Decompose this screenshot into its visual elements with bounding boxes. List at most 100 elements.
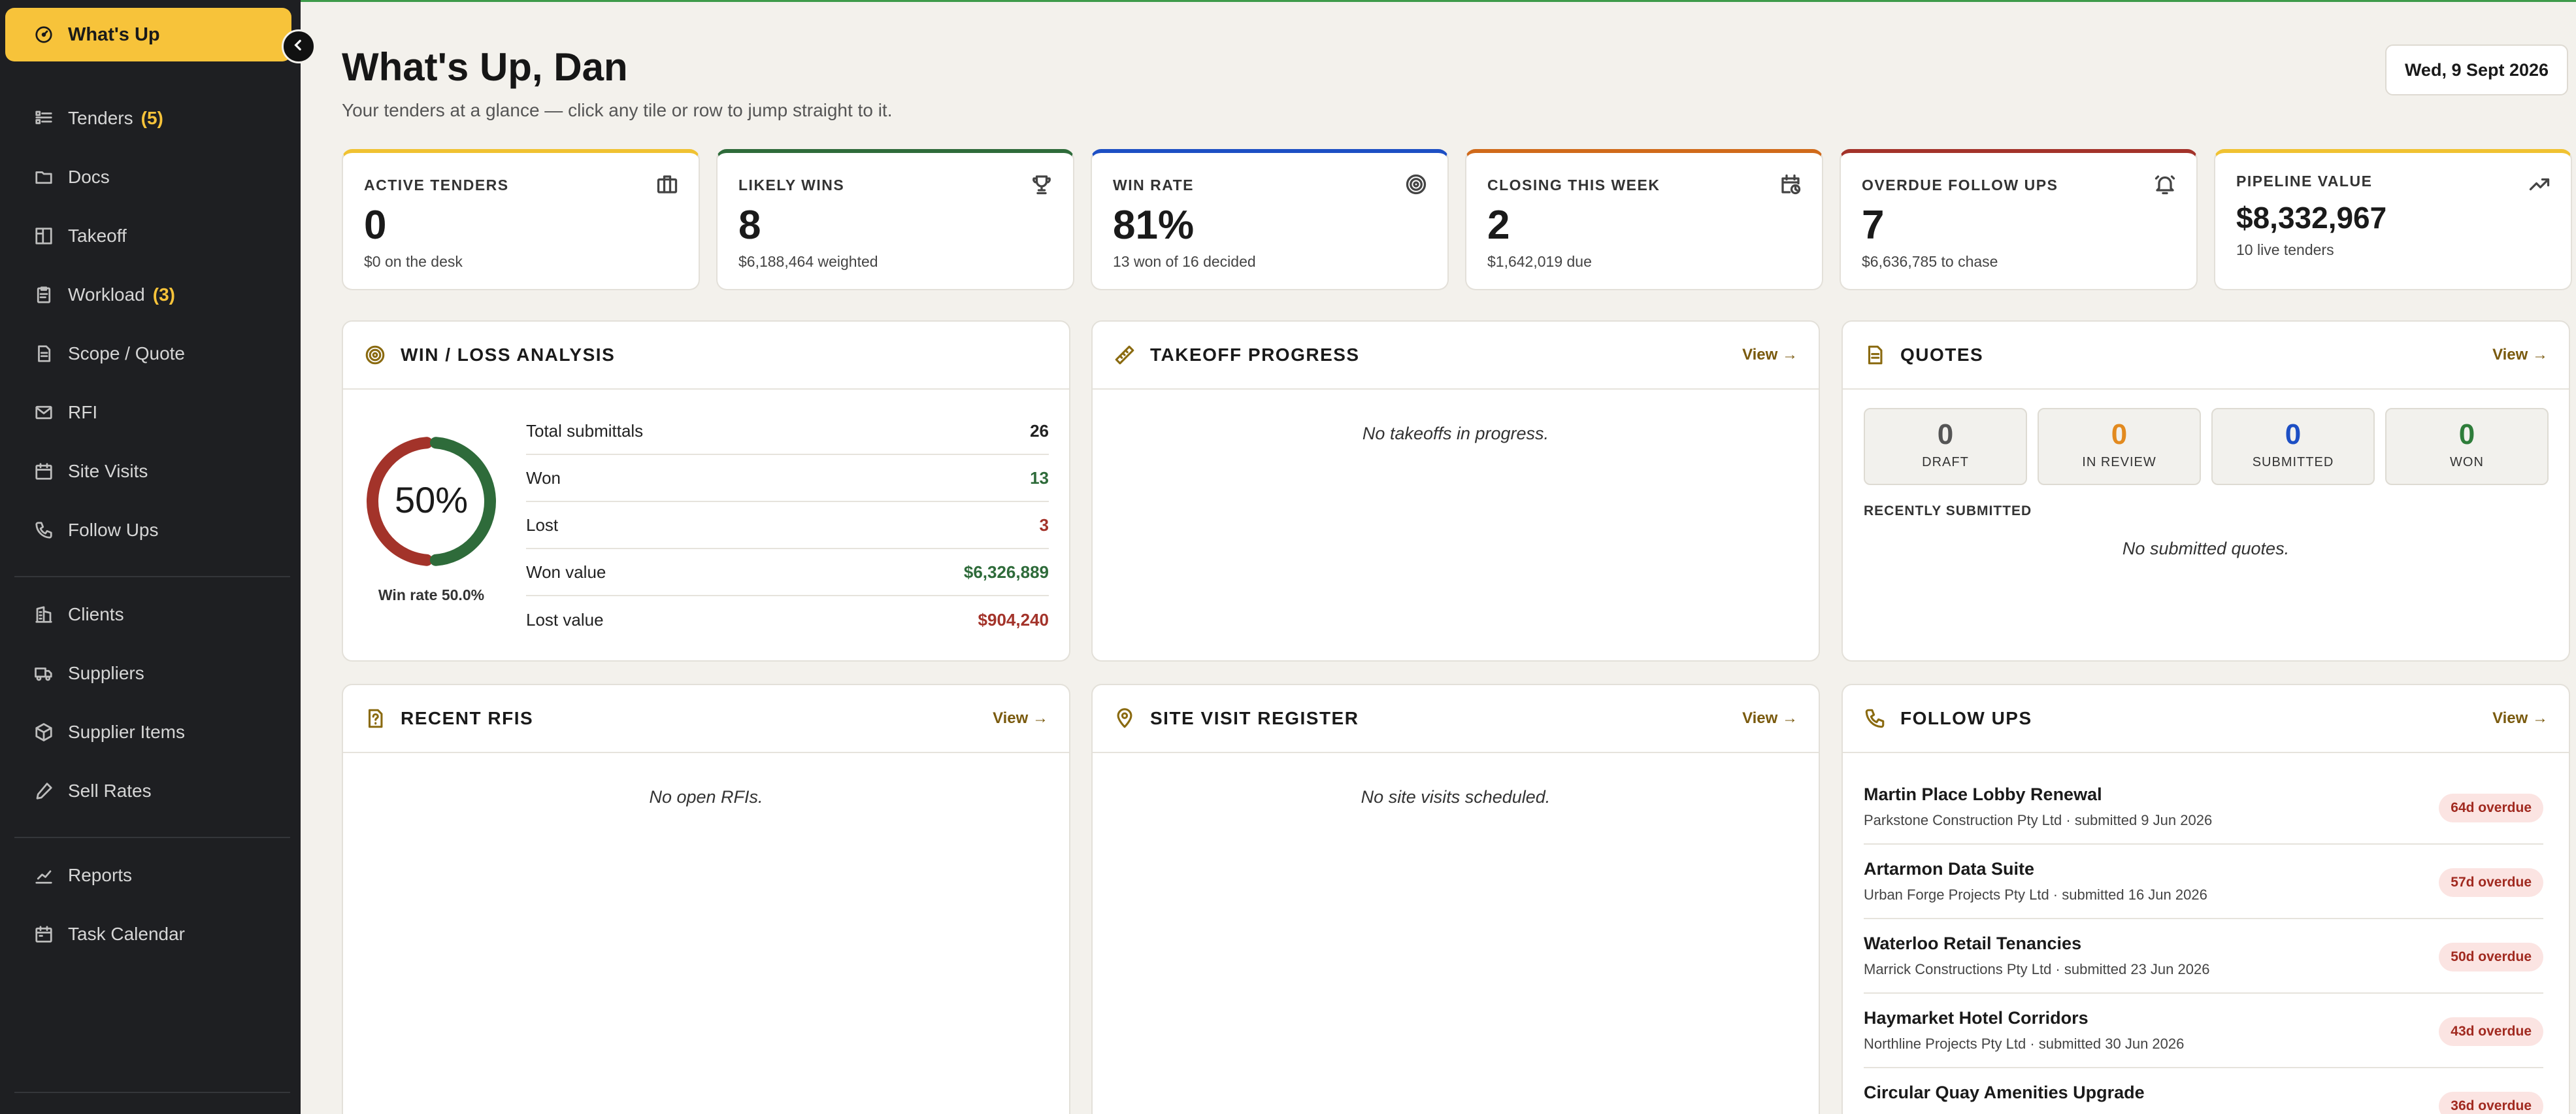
quote-stat-label: WON: [2450, 455, 2484, 469]
win-loss-panel: WIN / LOSS ANALYSIS 50% Win rate 50.0% T…: [342, 320, 1070, 662]
follow-ups-panel: FOLLOW UPS View → Martin Place Lobby Ren…: [1841, 684, 2570, 1114]
follow-up-row[interactable]: Haymarket Hotel Corridors Northline Proj…: [1864, 994, 2543, 1068]
sitevisits-view-link[interactable]: View →: [1742, 709, 1798, 728]
sidebar-item-follow-ups[interactable]: Follow Ups: [34, 511, 158, 550]
sidebar-item-rfi[interactable]: RFI: [34, 393, 97, 432]
sidebar-item-task-calendar[interactable]: Task Calendar: [34, 915, 185, 954]
win-loss-donut: 50%: [367, 437, 496, 566]
sidebar-item-label: Takeoff: [68, 226, 127, 246]
quote-stat-in-review[interactable]: 0 IN REVIEW: [2038, 408, 2201, 485]
follow-up-name: Waterloo Retail Tenancies: [1864, 934, 2082, 953]
sidebar-item-label: Reports: [68, 865, 133, 885]
sidebar-item-label: RFI: [68, 402, 98, 422]
trend-up-icon: [2528, 173, 2551, 196]
overdue-badge: 64d overdue: [2439, 794, 2543, 822]
sidebar-item-supplier-items[interactable]: Supplier Items: [34, 713, 185, 752]
sidebar-item-whats-up[interactable]: What's Up: [5, 8, 291, 61]
panel-header: FOLLOW UPS View →: [1843, 685, 2569, 753]
win-rate-label: Win rate 50.0%: [378, 586, 485, 603]
tile-label: OVERDUE FOLLOW UPS: [1862, 177, 2058, 194]
follow-up-row[interactable]: Circular Quay Amenities Upgrade 36d over…: [1864, 1068, 2543, 1114]
quotes-view-link[interactable]: View →: [2492, 346, 2548, 364]
overdue-badge: 43d overdue: [2439, 1017, 2543, 1046]
quote-stat-number: 0: [2285, 418, 2302, 450]
sidebar-item-clients[interactable]: Clients: [34, 595, 124, 634]
winloss-row-lost: Lost 3: [526, 502, 1049, 549]
sidebar-item-workload[interactable]: Workload (3): [34, 275, 175, 314]
follow-up-name: Artarmon Data Suite: [1864, 859, 2035, 879]
truck-icon: [34, 664, 54, 683]
collapse-sidebar-button[interactable]: [282, 29, 316, 63]
clipboard-icon: [34, 285, 54, 305]
sidebar-item-tenders[interactable]: Tenders (5): [34, 99, 163, 138]
site-visit-register-panel: SITE VISIT REGISTER View → No site visit…: [1091, 684, 1820, 1114]
sidebar-divider: [14, 1092, 290, 1093]
quote-stat-draft[interactable]: 0 DRAFT: [1864, 408, 2027, 485]
box-icon: [34, 722, 54, 742]
follow-up-row[interactable]: Artarmon Data Suite Urban Forge Projects…: [1864, 845, 2543, 919]
follow-up-name: Martin Place Lobby Renewal: [1864, 785, 2102, 804]
tile-subtext: $1,642,019 due: [1487, 253, 1592, 270]
tile-label: CLOSING THIS WEEK: [1487, 177, 1660, 194]
followups-view-link[interactable]: View →: [2492, 709, 2548, 728]
tile-overdue-follow-ups[interactable]: OVERDUE FOLLOW UPS 7 $6,636,785 to chase: [1840, 149, 2198, 290]
follow-up-row[interactable]: Waterloo Retail Tenancies Marrick Constr…: [1864, 919, 2543, 994]
panel-title: RECENT RFIS: [401, 708, 534, 728]
row-label: Lost value: [526, 609, 604, 630]
sidebar-item-docs[interactable]: Docs: [34, 158, 110, 197]
phone-icon: [1864, 707, 1886, 730]
sidebar-item-sell-rates[interactable]: Sell Rates: [34, 771, 152, 811]
sidebar-item-label: What's Up: [68, 24, 160, 45]
row-value: 13: [1030, 467, 1049, 488]
building-icon: [34, 605, 54, 624]
row-value: $6,326,889: [963, 562, 1049, 582]
quote-stat-label: DRAFT: [1922, 455, 1969, 469]
sidebar-item-scope-quote[interactable]: Scope / Quote: [34, 334, 185, 373]
target-icon: [1404, 173, 1428, 196]
quote-stat-label: IN REVIEW: [2082, 455, 2156, 469]
sidebar-item-label: Docs: [68, 167, 110, 187]
panel-header: TAKEOFF PROGRESS View →: [1093, 322, 1819, 390]
tile-value: 0: [364, 203, 387, 248]
sidebar-item-reports[interactable]: Reports: [34, 856, 132, 895]
winloss-row-won: Won 13: [526, 455, 1049, 502]
rfis-view-link[interactable]: View →: [993, 709, 1048, 728]
chevron-left-icon: [290, 37, 307, 57]
panel-title: QUOTES: [1900, 345, 1984, 365]
takeoff-view-link[interactable]: View →: [1742, 346, 1798, 364]
tile-subtext: $0 on the desk: [364, 253, 463, 270]
date-text: Wed, 9 Sept 2026: [2404, 59, 2549, 80]
row-value: $904,240: [978, 609, 1049, 630]
winloss-row-lost-value: Lost value $904,240: [526, 596, 1049, 643]
tile-likely-wins[interactable]: LIKELY WINS 8 $6,188,464 weighted: [716, 149, 1074, 290]
tile-closing-this-week[interactable]: CLOSING THIS WEEK 2 $1,642,019 due: [1465, 149, 1823, 290]
tile-value: 81%: [1113, 203, 1195, 248]
follow-up-name: Circular Quay Amenities Upgrade: [1864, 1083, 2145, 1102]
sidebar: What's Up Tenders (5) Docs Takeoff Workl…: [0, 0, 301, 1114]
quote-stat-won[interactable]: 0 WON: [2385, 408, 2549, 485]
follow-up-details: Northline Projects Pty Ltd · submitted 3…: [1864, 1036, 2185, 1052]
sidebar-item-suppliers[interactable]: Suppliers: [34, 654, 144, 693]
top-accent-line: [301, 0, 2576, 2]
sidebar-item-label: Supplier Items: [68, 722, 185, 742]
takeoff-progress-panel: TAKEOFF PROGRESS View → No takeoffs in p…: [1091, 320, 1820, 662]
blueprint-icon: [34, 226, 54, 246]
question-document-icon: [364, 707, 386, 730]
tile-value: $8,332,967: [2236, 201, 2387, 235]
quote-stat-submitted[interactable]: 0 SUBMITTED: [2211, 408, 2375, 485]
row-label: Total submittals: [526, 420, 644, 441]
ruler-icon: [1114, 344, 1136, 366]
sidebar-item-label: Sell Rates: [68, 781, 152, 801]
quote-stat-label: SUBMITTED: [2252, 455, 2334, 469]
tile-win-rate[interactable]: WIN RATE 81% 13 won of 16 decided: [1091, 149, 1449, 290]
list-icon: [34, 109, 54, 128]
follow-up-row[interactable]: Martin Place Lobby Renewal Parkstone Con…: [1864, 770, 2543, 845]
tile-label: ACTIVE TENDERS: [364, 177, 509, 194]
sidebar-item-site-visits[interactable]: Site Visits: [34, 452, 148, 491]
quote-stat-number: 0: [1937, 418, 1954, 450]
sidebar-item-takeoff[interactable]: Takeoff: [34, 216, 127, 256]
quote-stat-number: 0: [2458, 418, 2475, 450]
tile-active-tenders[interactable]: ACTIVE TENDERS 0 $0 on the desk: [342, 149, 700, 290]
tile-pipeline-value[interactable]: PIPELINE VALUE $8,332,967 10 live tender…: [2214, 149, 2572, 290]
folder-icon: [34, 167, 54, 187]
